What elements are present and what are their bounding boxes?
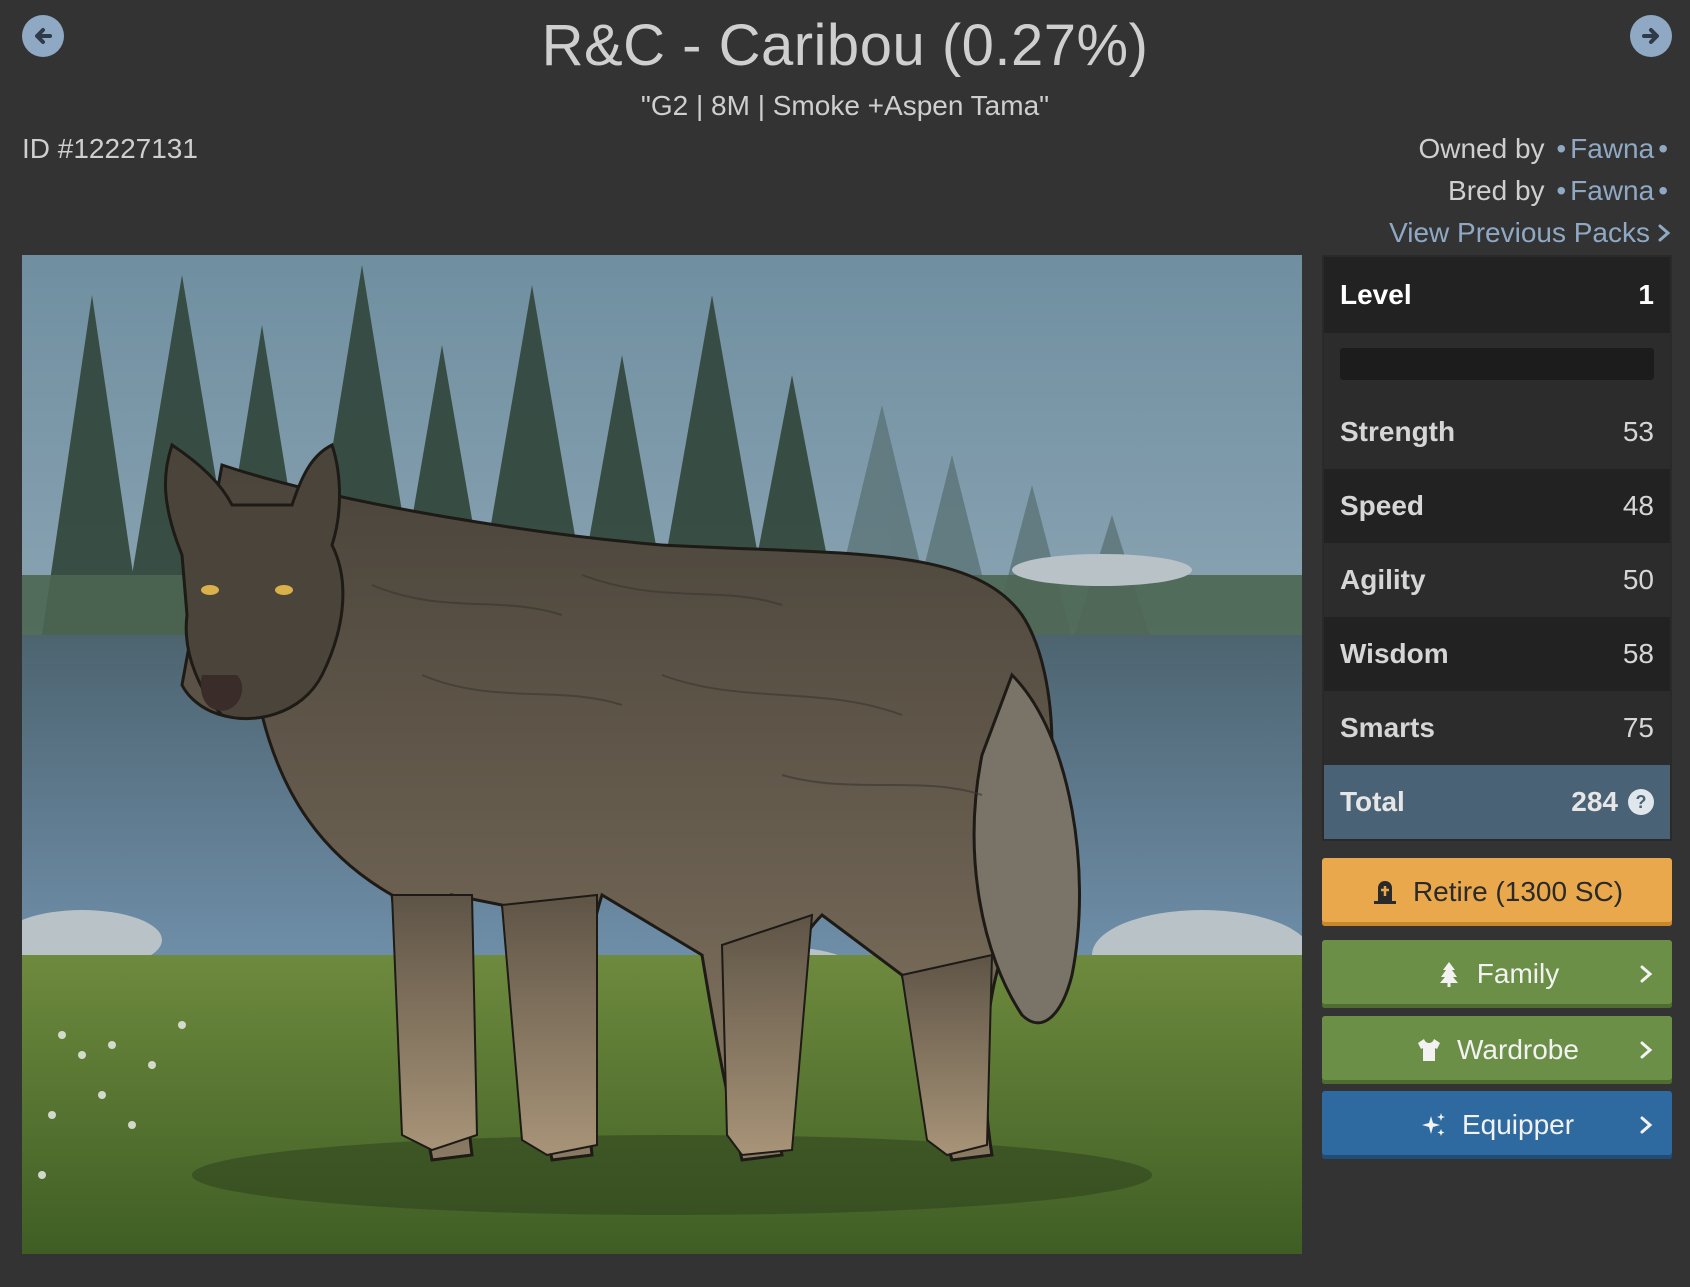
bred-by-line: Bred by • Fawna • [1389, 175, 1672, 217]
separator-dot: • [1556, 175, 1567, 206]
retire-button[interactable]: Retire (1300 SC) [1322, 858, 1672, 926]
chevron-right-icon [1640, 1041, 1653, 1059]
wolf-description: "G2 | 8M | Smoke +Aspen Tama" [640, 90, 1050, 121]
agility-value: 50 [1622, 564, 1654, 595]
smarts-label: Smarts [1340, 712, 1435, 743]
chevron-right-icon [1640, 1116, 1653, 1134]
strength-row: Strength 53 [1324, 395, 1670, 469]
chevron-right-icon [1658, 224, 1671, 242]
xp-row [1324, 333, 1670, 395]
wardrobe-button[interactable]: Wardrobe [1322, 1016, 1672, 1084]
stats-panel: Level 1 Strength 53 Speed 48 Agility 50 … [1322, 255, 1672, 841]
equipper-button[interactable]: Equipper [1322, 1091, 1672, 1159]
retire-label: Retire (1300 SC) [1412, 876, 1624, 907]
separator-dot: • [1658, 133, 1668, 164]
total-row: Total 284 ? [1324, 765, 1670, 839]
view-previous-packs-label: View Previous Packs [1389, 217, 1650, 248]
separator-dot: • [1658, 175, 1668, 206]
shirt-icon [1415, 1036, 1443, 1064]
level-row: Level 1 [1324, 257, 1670, 333]
family-button[interactable]: Family [1322, 940, 1672, 1008]
strength-value: 53 [1622, 416, 1654, 447]
xp-progress-bar [1340, 348, 1654, 380]
bred-by-label: Bred by [1448, 175, 1545, 206]
help-icon[interactable]: ? [1628, 789, 1654, 815]
tree-icon [1435, 960, 1463, 988]
speed-value: 48 [1622, 490, 1654, 521]
wolf-illustration [22, 255, 1302, 1254]
wolf-name-title: R&C - Caribou (0.27%) [541, 13, 1149, 78]
separator-dot: • [1556, 133, 1567, 164]
owned-by-label: Owned by [1418, 133, 1545, 164]
wisdom-value: 58 [1622, 638, 1654, 669]
wolf-image [22, 255, 1302, 1254]
owner-link[interactable]: Fawna [1570, 133, 1654, 164]
smarts-row: Smarts 75 [1324, 691, 1670, 765]
agility-label: Agility [1340, 564, 1426, 595]
wisdom-label: Wisdom [1340, 638, 1449, 669]
chevron-right-icon [1640, 965, 1653, 983]
sparkles-icon [1420, 1111, 1448, 1139]
wolf-profile-page: R&C - Caribou (0.27%) "G2 | 8M | Smoke +… [0, 0, 1690, 1287]
equipper-label: Equipper [1461, 1109, 1575, 1140]
ownership-info: Owned by • Fawna • Bred by • Fawna • View Pr… [1389, 133, 1672, 259]
speed-label: Speed [1340, 490, 1425, 521]
breeder-link[interactable]: Fawna [1570, 175, 1654, 206]
total-label: Total [1340, 786, 1405, 817]
smarts-value: 75 [1622, 712, 1654, 743]
total-value: 284 [1571, 786, 1618, 817]
strength-label: Strength [1340, 416, 1456, 447]
gravestone-icon [1371, 878, 1399, 906]
agility-row: Agility 50 [1324, 543, 1670, 617]
wolf-id: ID #12227131 [22, 133, 198, 164]
wisdom-row: Wisdom 58 [1324, 617, 1670, 691]
wardrobe-label: Wardrobe [1457, 1034, 1579, 1065]
owned-by-line: Owned by • Fawna • [1389, 133, 1672, 175]
level-label: Level [1340, 279, 1412, 310]
level-value: 1 [1638, 279, 1654, 310]
speed-row: Speed 48 [1324, 469, 1670, 543]
view-previous-packs-link[interactable]: View Previous Packs [1389, 217, 1672, 249]
family-label: Family [1476, 958, 1560, 989]
